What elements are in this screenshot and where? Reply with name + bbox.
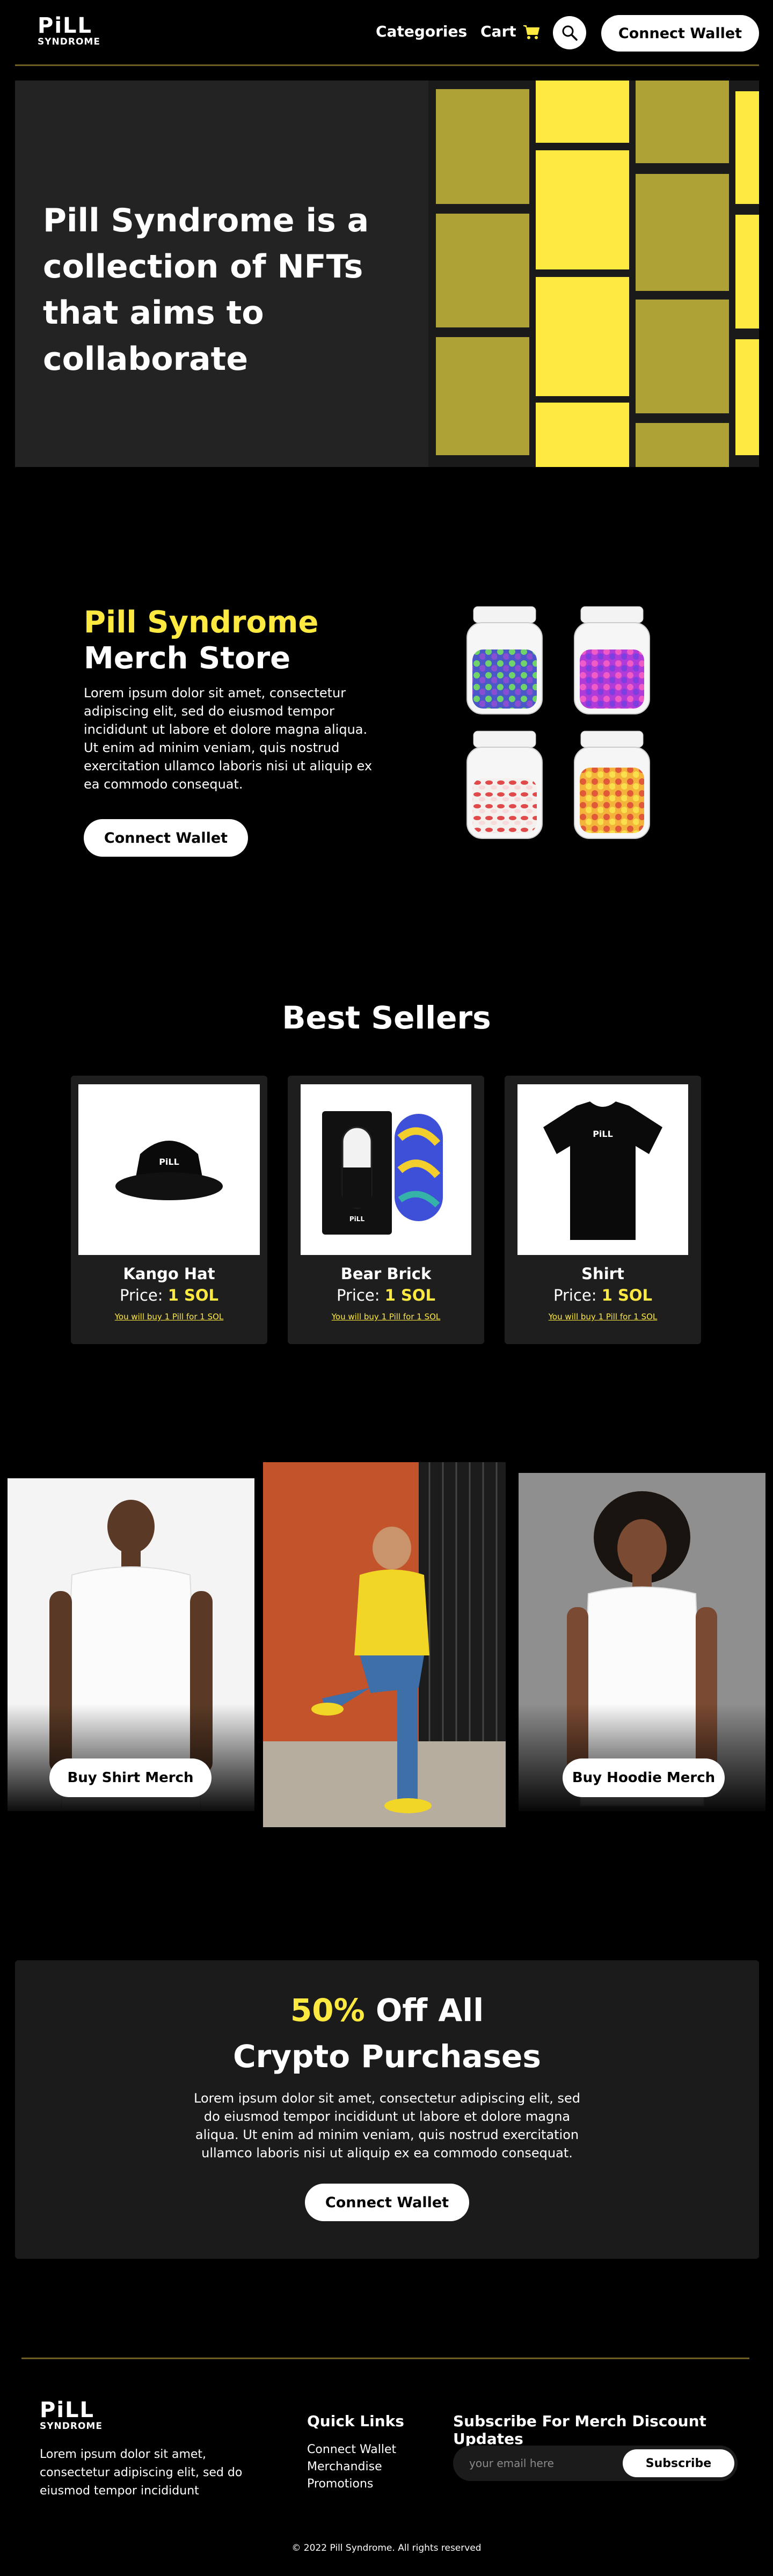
product-price: Price: 1 SOL [288, 1286, 484, 1304]
price-prefix: Price: [119, 1286, 163, 1304]
mosaic-tile [636, 174, 729, 291]
svg-text:PiLL: PiLL [593, 1129, 613, 1139]
search-icon [562, 25, 578, 41]
price-prefix: Price: [336, 1286, 380, 1304]
header-connect-wallet-button[interactable]: Connect Wallet [601, 15, 759, 52]
promo-connect-wallet-label: Connect Wallet [325, 2194, 449, 2211]
price-value: 1 SOL [167, 1286, 219, 1304]
price-value: 1 SOL [601, 1286, 653, 1304]
price-prefix: Price: [553, 1286, 597, 1304]
nav-cart[interactable]: Cart [480, 23, 540, 40]
mosaic-tile [636, 423, 729, 467]
buy-shirt-merch-label: Buy Shirt Merch [67, 1770, 194, 1786]
footer-logo-wordmark: PiLL [40, 2398, 95, 2422]
hero-banner: Pill Syndrome is a collection of NFTs th… [15, 81, 759, 467]
svg-text:PiLL: PiLL [159, 1157, 179, 1167]
mosaic-tile [436, 337, 529, 455]
subscribe-form: Subscribe [453, 2446, 738, 2481]
product-image-bear-brick: PiLL [301, 1084, 471, 1255]
merch-title-accent: Pill Syndrome [84, 605, 319, 640]
hero-title: Pill Syndrome is a collection of NFTs th… [43, 202, 369, 378]
footer-logo[interactable]: PiLL SYNDROME [40, 2399, 103, 2431]
mosaic-tile [735, 339, 759, 455]
best-sellers-title: Best Sellers [282, 999, 491, 1036]
header-connect-wallet-label: Connect Wallet [618, 25, 742, 42]
logo-subtitle: SYNDROME [38, 37, 100, 47]
mosaic-tile [636, 81, 729, 163]
nav-categories-label: Categories [376, 23, 468, 40]
subscribe-button-label: Subscribe [645, 2456, 712, 2470]
merch-connect-wallet-label: Connect Wallet [104, 829, 228, 846]
product-image-hat: PiLL [78, 1084, 260, 1255]
promo-title-rest: Off All [364, 1992, 484, 2028]
product-card[interactable]: PiLL Shirt Price: 1 SOL You will buy 1 P… [505, 1076, 701, 1344]
subscribe-title: Subscribe For Merch Discount Updates [453, 2412, 706, 2448]
product-price: Price: 1 SOL [71, 1286, 267, 1304]
mosaic-tile [536, 277, 629, 396]
quick-links-list: Connect Wallet Merchandise Promotions [307, 2441, 396, 2493]
footer-about-text: Lorem ipsum dolor sit amet, consectetur … [40, 2448, 243, 2498]
product-buy-link[interactable]: You will buy 1 Pill for 1 SOL [288, 1312, 484, 1322]
subscribe-button[interactable]: Subscribe [623, 2449, 734, 2477]
model-photo-center [263, 1462, 506, 1827]
header-divider [15, 64, 759, 66]
product-name: Shirt [581, 1265, 624, 1283]
merch-description: Lorem ipsum dolor sit amet, consectetur … [84, 685, 373, 792]
promo-title-line2: Crypto Purchases [233, 2038, 541, 2075]
merch-connect-wallet-button[interactable]: Connect Wallet [84, 819, 248, 857]
product-card[interactable]: PiLL Bear Brick Price: 1 SOL You will bu… [288, 1076, 484, 1344]
footer-divider [21, 2358, 749, 2359]
nav-categories[interactable]: Categories [376, 23, 467, 40]
mosaic-tile [536, 81, 629, 143]
quick-links-title: Quick Links [307, 2412, 404, 2430]
mosaic-tile [735, 91, 759, 204]
product-buy-link[interactable]: You will buy 1 Pill for 1 SOL [71, 1312, 267, 1322]
price-value: 1 SOL [384, 1286, 436, 1304]
product-buy-link[interactable]: You will buy 1 Pill for 1 SOL [505, 1312, 701, 1322]
footer-logo-subtitle: SYNDROME [40, 2421, 103, 2432]
mosaic-tile [436, 214, 529, 327]
site-logo[interactable]: PiLL SYNDROME [38, 15, 100, 47]
product-card[interactable]: PiLL Kango Hat Price: 1 SOL You will buy… [71, 1076, 267, 1344]
quick-link-connect-wallet[interactable]: Connect Wallet [307, 2441, 396, 2458]
promo-title-line1: 50% Off All [15, 1987, 759, 2033]
mosaic-tile [636, 300, 729, 413]
hero-mosaic [428, 81, 759, 467]
product-image-shirt: PiLL [517, 1084, 688, 1255]
promo-banner: 50% Off All Crypto Purchases Lorem ipsum… [15, 1960, 759, 2259]
product-name: Bear Brick [340, 1265, 432, 1283]
pill-jars-illustration [462, 601, 655, 848]
merch-store-intro: Pill Syndrome Merch Store Lorem ipsum do… [84, 604, 384, 793]
product-price: Price: 1 SOL [505, 1286, 701, 1304]
buy-hoodie-merch-label: Buy Hoodie Merch [572, 1770, 716, 1786]
promo-description: Lorem ipsum dolor sit amet, consectetur … [194, 2091, 580, 2161]
nav-cart-label: Cart [480, 23, 516, 40]
shopping-cart-icon [523, 25, 540, 39]
buy-hoodie-merch-button[interactable]: Buy Hoodie Merch [563, 1758, 725, 1797]
email-input[interactable] [469, 2451, 630, 2475]
svg-text:PiLL: PiLL [349, 1215, 365, 1223]
buy-shirt-merch-button[interactable]: Buy Shirt Merch [49, 1758, 212, 1797]
mosaic-tile [536, 150, 629, 269]
mosaic-tile [436, 89, 529, 204]
promo-connect-wallet-button[interactable]: Connect Wallet [305, 2184, 469, 2221]
mosaic-tile [735, 215, 759, 329]
quick-link-merchandise[interactable]: Merchandise [307, 2458, 396, 2476]
copyright-text: © 2022 Pill Syndrome. All rights reserve… [291, 2543, 482, 2553]
logo-wordmark: PiLL [38, 13, 93, 38]
quick-link-promotions[interactable]: Promotions [307, 2476, 396, 2493]
promo-discount: 50% [290, 1992, 365, 2028]
product-name: Kango Hat [123, 1265, 215, 1283]
search-button[interactable] [553, 16, 586, 49]
mosaic-tile [536, 403, 629, 467]
merch-title: Merch Store [84, 641, 291, 676]
